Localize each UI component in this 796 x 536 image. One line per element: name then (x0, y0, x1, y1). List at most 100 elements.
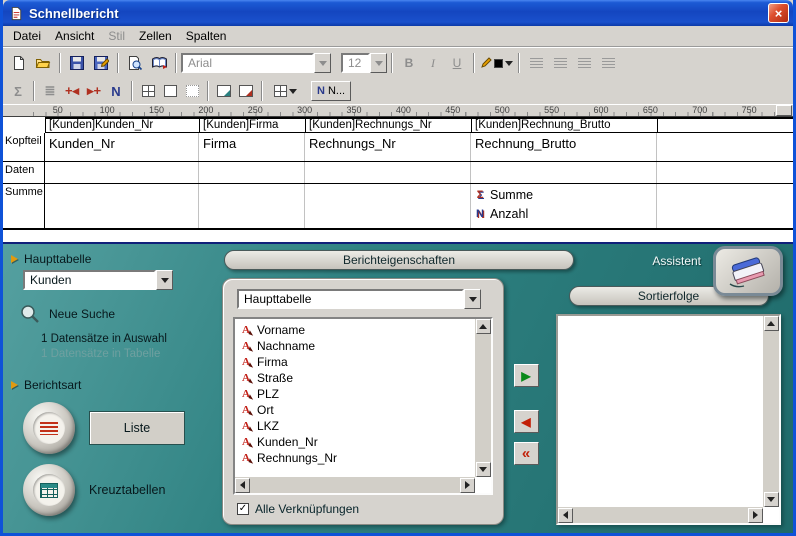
scroll-down-button[interactable] (476, 462, 491, 477)
column-header[interactable]: [Kunden]Kunden_Nr (46, 119, 200, 132)
font-combo[interactable]: Arial (181, 53, 331, 73)
field-list-item[interactable]: A LKZ (240, 418, 474, 434)
table-combo[interactable]: Kunden (23, 270, 173, 290)
italic-button[interactable]: I (421, 51, 445, 75)
separator (175, 53, 177, 73)
kopfteil-cell[interactable]: Kunden_Nr (45, 133, 199, 161)
row-label-summe[interactable]: Summe (3, 184, 45, 228)
menu-item[interactable]: Zellen (132, 27, 179, 45)
sort-vertical-scrollbar[interactable] (763, 316, 779, 507)
summe-aggregate-cell[interactable]: Σ Summe N Anzahl (471, 184, 657, 228)
kopfteil-cell[interactable]: Rechnung_Brutto (471, 133, 657, 161)
print-button[interactable] (147, 51, 171, 75)
remove-all-fields-button[interactable]: « (514, 442, 539, 465)
save-button[interactable] (65, 51, 89, 75)
align-center-button[interactable] (548, 51, 572, 75)
menu-item[interactable]: Ansicht (48, 27, 101, 45)
font-size-combo[interactable]: 12 (341, 53, 387, 73)
print-preview-button[interactable] (123, 51, 147, 75)
ruler-label: 300 (280, 105, 329, 116)
liste-label-box[interactable]: Liste (89, 411, 185, 445)
field-list-item[interactable]: A Vorname (240, 322, 474, 338)
column-header[interactable]: [Kunden]Firma (200, 119, 306, 132)
new-button[interactable] (7, 51, 31, 75)
kreuztabellen-radio-button[interactable] (23, 464, 75, 516)
scroll-down-button[interactable] (764, 492, 779, 507)
liste-choice: Liste (23, 402, 218, 454)
field-list-item[interactable]: A Kunden_Nr (240, 434, 474, 450)
borders-all-button[interactable] (137, 81, 159, 101)
save-as-button[interactable] (89, 51, 113, 75)
column-header[interactable]: [Kunden]Rechnung_Brutto (472, 119, 658, 132)
column-header[interactable]: [Kunden]Rechnungs_Nr (306, 119, 472, 132)
grid-cell[interactable] (199, 184, 305, 228)
scroll-left-button[interactable] (558, 508, 573, 523)
align-justify-button[interactable] (596, 51, 620, 75)
scroll-right-button[interactable] (748, 508, 763, 523)
kopfteil-cell[interactable]: Firma (199, 133, 305, 161)
row-label-daten[interactable]: Daten (3, 162, 45, 183)
borders-outline-button[interactable] (159, 81, 181, 101)
kopfteil-cell[interactable]: Rechnungs_Nr (305, 133, 471, 161)
number-format-button[interactable]: N N... (311, 81, 351, 101)
master-row-button[interactable]: ≣ (39, 81, 61, 101)
aggregate-entry[interactable]: Σ Summe (474, 187, 656, 203)
berichteigenschaften-tab[interactable]: Berichteigenschaften (224, 250, 574, 270)
field-list-item[interactable]: A PLZ (240, 386, 474, 402)
haupttabelle-combo[interactable]: Haupttabelle (237, 289, 481, 309)
field-list-item[interactable]: A Straße (240, 370, 474, 386)
remove-field-button[interactable]: ◀ (514, 410, 539, 433)
insert-column-right-button[interactable]: ▸+ (83, 81, 105, 101)
grid-cell[interactable] (305, 184, 471, 228)
grid-cell[interactable] (471, 162, 657, 183)
bold-button[interactable]: B (397, 51, 421, 75)
cell-alt-fill-button[interactable] (235, 81, 257, 101)
fields-horizontal-scrollbar[interactable] (235, 477, 475, 493)
add-field-button[interactable]: ▶ (514, 364, 539, 387)
menu-item[interactable]: Stil (101, 27, 132, 45)
fields-vertical-scrollbar[interactable] (475, 319, 491, 477)
cell-fill-button[interactable] (213, 81, 235, 101)
field-list-item[interactable]: A Nachname (240, 338, 474, 354)
close-button[interactable]: × (768, 3, 789, 23)
font-size-combo-arrow[interactable] (370, 53, 387, 73)
scroll-up-button[interactable] (476, 319, 491, 334)
repeat-value-button[interactable]: N (105, 81, 127, 101)
scroll-left-button[interactable] (235, 478, 250, 493)
grid-cell[interactable] (199, 162, 305, 183)
double-arrow-left-icon: « (522, 445, 530, 462)
sort-horizontal-scrollbar[interactable] (558, 507, 763, 523)
align-left-button[interactable] (524, 51, 548, 75)
table-combo-arrow[interactable] (156, 270, 173, 290)
grid-cell[interactable] (45, 162, 199, 183)
liste-radio-button[interactable] (23, 402, 75, 454)
ruler-options-button[interactable] (776, 105, 792, 116)
text-color-button[interactable] (479, 51, 514, 75)
assistent-button[interactable] (713, 246, 783, 296)
neue-suche-button[interactable]: Neue Suche (19, 304, 218, 324)
fields-list: A Vorname A Nachname A (236, 320, 474, 476)
haupttabelle-combo-arrow[interactable] (464, 289, 481, 309)
aggregate-label: Anzahl (490, 207, 528, 221)
underline-button[interactable]: U (445, 51, 469, 75)
grid-cell[interactable] (305, 162, 471, 183)
field-list-item[interactable]: A Rechnungs_Nr (240, 450, 474, 466)
insert-column-left-button[interactable]: +◂ (61, 81, 83, 101)
grid-cell[interactable] (45, 184, 199, 228)
font-combo-arrow[interactable] (314, 53, 331, 73)
open-button[interactable] (31, 51, 55, 75)
borders-none-button[interactable] (181, 81, 203, 101)
style-dropdown-button[interactable] (267, 81, 303, 101)
row-label-kopfteil[interactable]: Kopfteil (3, 133, 45, 161)
scroll-up-button[interactable] (764, 316, 779, 331)
field-list-item[interactable]: A Firma (240, 354, 474, 370)
alle-verknuepfungen-checkbox[interactable]: ✓ (237, 503, 249, 515)
aggregate-entry[interactable]: N Anzahl (474, 206, 656, 222)
menu-item[interactable]: Datei (6, 27, 48, 45)
scroll-right-button[interactable] (460, 478, 475, 493)
menu-item[interactable]: Spalten (179, 27, 234, 45)
align-right-button[interactable] (572, 51, 596, 75)
title-bar[interactable]: Schnellbericht × (3, 0, 793, 26)
field-list-item[interactable]: A Ort (240, 402, 474, 418)
sum-button[interactable]: Σ (7, 81, 29, 101)
